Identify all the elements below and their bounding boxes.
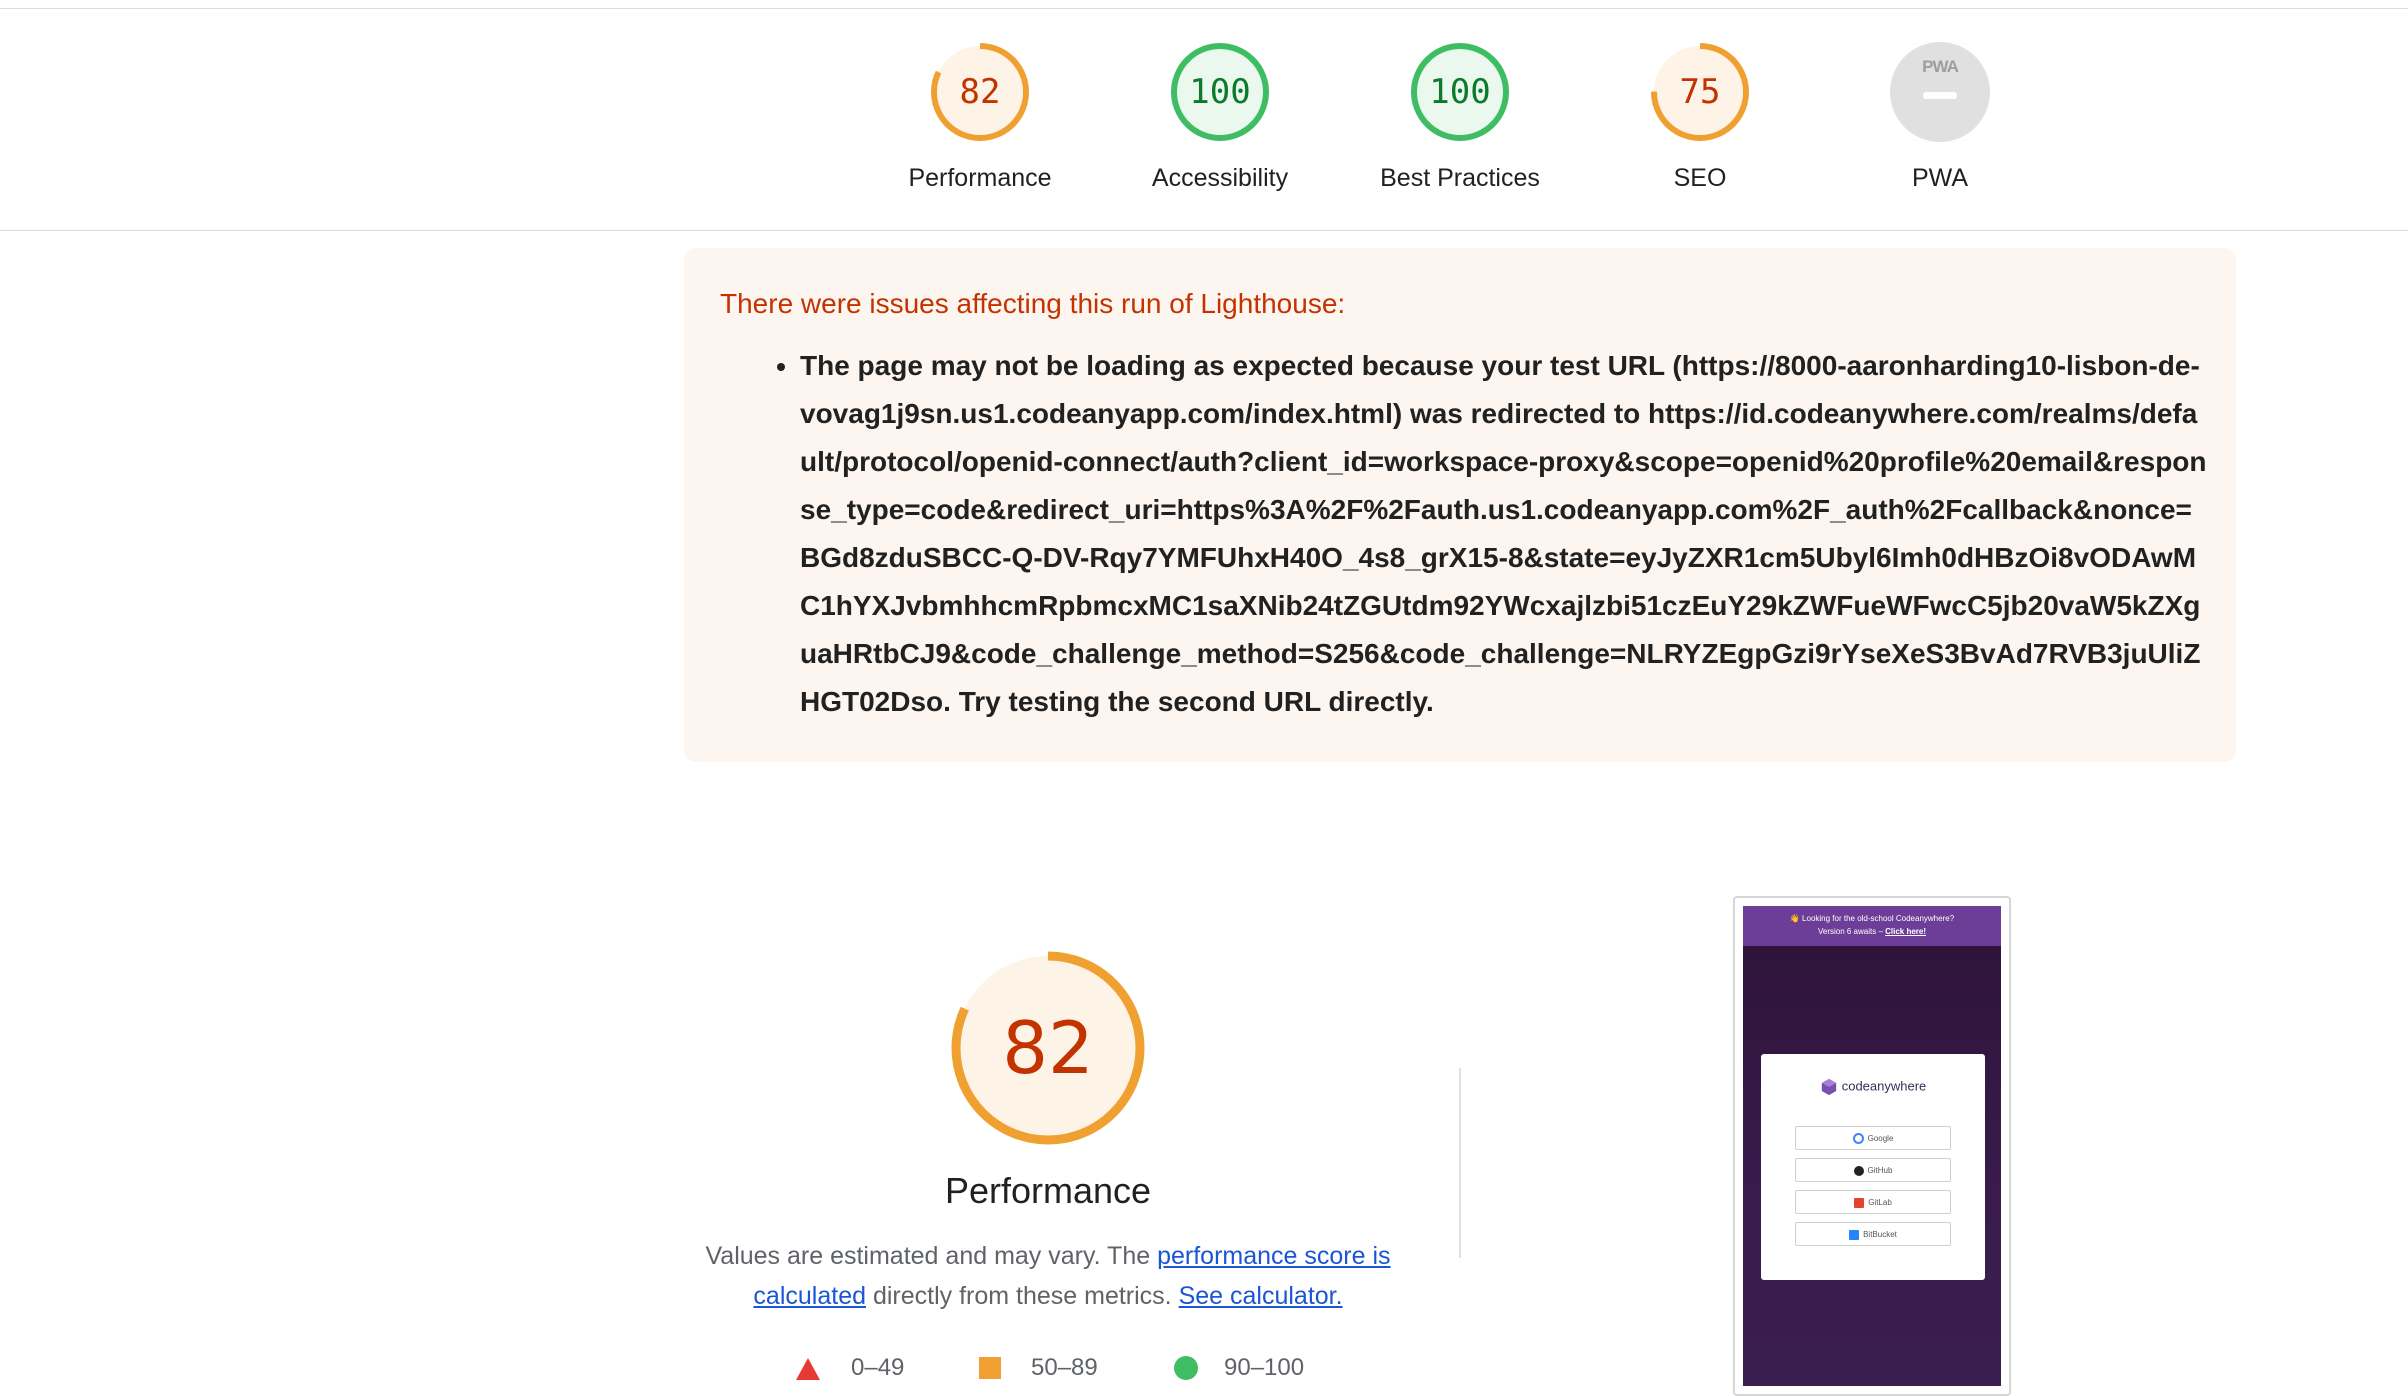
bitbucket-icon <box>1849 1229 1860 1240</box>
login-google-button: Google <box>1795 1126 1951 1150</box>
gauge-ring: 100 <box>1408 40 1512 144</box>
gauge-score: 75 <box>1679 72 1721 112</box>
vertical-divider <box>1459 1068 1461 1258</box>
gauge-label: Performance <box>908 164 1052 192</box>
legend-range: 90–100 <box>1224 1354 1305 1381</box>
login-bitbucket-button: BitBucket <box>1795 1222 1951 1246</box>
gauge-label: PWA <box>1911 164 1969 192</box>
btn-label: Google <box>1867 1134 1894 1143</box>
banner-line2: Version 6 awaits – <box>1817 927 1886 936</box>
warning-item: The page may not be loading as expected … <box>800 342 2210 726</box>
square-icon <box>979 1357 1001 1379</box>
gauge-ring: 82 <box>928 40 1032 144</box>
gauge-accessibility[interactable]: 100 Accessibility <box>1120 40 1320 193</box>
login-github-button: GitHub <box>1795 1158 1951 1182</box>
performance-description: Values are estimated and may vary. The p… <box>698 1236 1398 1316</box>
pwa-dash-icon <box>1923 92 1957 99</box>
gauge-ring: 75 <box>1648 40 1752 144</box>
github-icon <box>1853 1165 1864 1176</box>
legend-range: 50–89 <box>1031 1354 1098 1381</box>
banner-line1: 👋 Looking for the old-school Codeanywher… <box>1789 914 1955 923</box>
header-divider <box>0 230 2408 231</box>
pwa-badge-icon: PWA <box>1888 40 1992 144</box>
category-gauges: 82 Performance 100 Accessibility 100 Bes… <box>0 40 2408 200</box>
desc-middle: directly from these metrics. <box>866 1282 1179 1310</box>
gauge-seo[interactable]: 75 SEO <box>1600 40 1800 193</box>
btn-label: BitBucket <box>1863 1230 1897 1239</box>
screenshot-banner: 👋 Looking for the old-school Codeanywher… <box>1743 906 2001 946</box>
codeanywhere-logo-icon <box>1821 1078 1836 1096</box>
brand-name: codeanywhere <box>1841 1078 1927 1094</box>
triangle-icon <box>796 1358 820 1380</box>
gauge-label: Accessibility <box>1151 164 1289 192</box>
warning-title: There were issues affecting this run of … <box>720 288 1346 319</box>
gauge-label: SEO <box>1673 164 1727 192</box>
gauge-pwa[interactable]: PWA PWA <box>1840 40 2040 193</box>
gauge-label: Best Practices <box>1380 164 1540 192</box>
see-calculator-link[interactable]: See calculator. <box>1179 1282 1343 1310</box>
gitlab-icon <box>1854 1197 1865 1208</box>
btn-label: GitLab <box>1868 1198 1892 1207</box>
login-gitlab-button: GitLab <box>1795 1190 1951 1214</box>
brand: codeanywhere <box>1761 1078 1985 1096</box>
performance-gauge: 82 <box>948 948 1148 1148</box>
gauge-ring: 100 <box>1168 40 1272 144</box>
desc-prefix: Values are estimated and may vary. The <box>705 1242 1158 1270</box>
gauge-best-practices[interactable]: 100 Best Practices <box>1360 40 1560 193</box>
login-card: codeanywhere Google GitHub GitLab BitBuc… <box>1761 1054 1985 1280</box>
runtime-warning-box: There were issues affecting this run of … <box>684 248 2236 762</box>
circle-icon <box>1174 1356 1198 1380</box>
gauge-score: 82 <box>959 72 1001 112</box>
final-screenshot-frame[interactable]: 👋 Looking for the old-school Codeanywher… <box>1733 896 2011 1396</box>
performance-title: Performance <box>944 1170 1152 1211</box>
gauge-performance[interactable]: 82 Performance <box>880 40 1080 193</box>
performance-score: 82 <box>1002 1006 1094 1090</box>
pwa-badge-text: PWA <box>1922 57 1959 76</box>
gauge-score: 100 <box>1189 72 1251 112</box>
top-border <box>0 8 2408 9</box>
banner-link: Click here! <box>1885 927 1927 936</box>
gauge-score: 100 <box>1429 72 1491 112</box>
legend-range: 0–49 <box>851 1354 905 1381</box>
btn-label: GitHub <box>1867 1166 1893 1175</box>
google-icon <box>1852 1133 1864 1145</box>
final-screenshot: 👋 Looking for the old-school Codeanywher… <box>1743 906 2001 1386</box>
warning-list: The page may not be loading as expected … <box>720 342 2207 726</box>
